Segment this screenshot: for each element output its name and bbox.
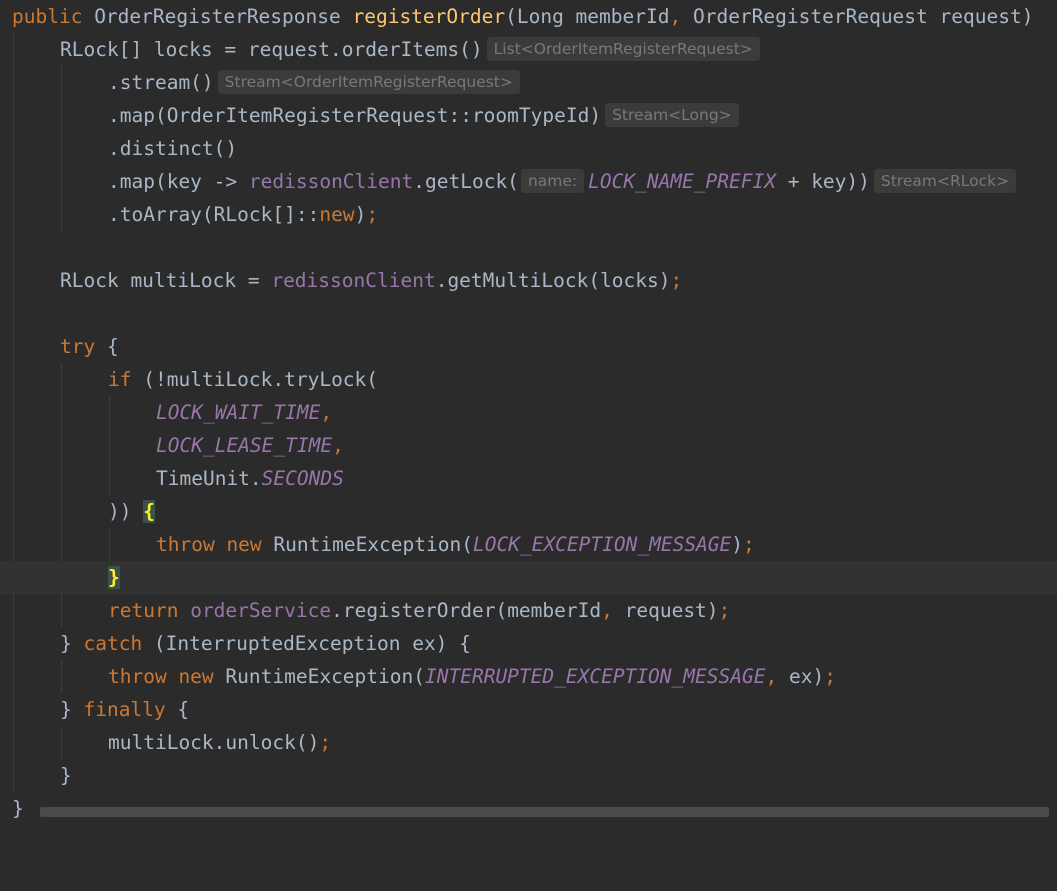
code-keyword: throw new <box>108 665 214 688</box>
code-line[interactable]: public OrderRegisterResponse registerOrd… <box>0 0 1057 33</box>
code-keyword: public <box>12 5 83 28</box>
inlay-type-hint: Stream<Long> <box>605 103 739 127</box>
code-comma: , <box>320 401 333 424</box>
code-text: ) <box>354 203 367 226</box>
code-text: RLock[] locks = request.orderItems() <box>60 38 483 61</box>
code-constant: SECONDS <box>261 467 344 490</box>
code-text: ex) <box>777 665 825 688</box>
code-line[interactable]: } catch (InterruptedException ex) { <box>0 627 1057 660</box>
code-text: .getMultiLock(locks) <box>435 269 671 292</box>
code-semicolon: ; <box>670 269 683 292</box>
code-comma: , <box>669 5 682 28</box>
code-line[interactable]: RLock[] locks = request.orderItems() List… <box>0 33 1057 66</box>
code-line-current[interactable]: } <box>0 561 1057 594</box>
code-semicolon: ; <box>743 533 755 556</box>
code-line[interactable]: return orderService.registerOrder(member… <box>0 594 1057 627</box>
code-text: OrderRegisterRequest request) <box>681 5 1034 28</box>
code-comma: , <box>332 434 344 457</box>
code-field: orderService <box>190 599 332 622</box>
code-text: OrderRegisterResponse <box>82 5 353 28</box>
code-keyword: return <box>108 599 179 622</box>
code-keyword: try <box>60 335 96 358</box>
code-constant: INTERRUPTED_EXCEPTION_MESSAGE <box>425 665 766 688</box>
code-text: request) <box>612 599 719 622</box>
code-semicolon: ; <box>824 665 836 688</box>
code-text: (Long memberId <box>505 5 670 28</box>
code-line[interactable]: .toArray(RLock[]::new); <box>0 198 1057 231</box>
code-line[interactable]: LOCK_LEASE_TIME, <box>0 429 1057 462</box>
code-text: TimeUnit. <box>156 467 262 490</box>
code-constant: LOCK_NAME_PREFIX <box>588 170 776 193</box>
code-text: + key)) <box>775 170 870 193</box>
code-text: { <box>95 335 119 358</box>
code-line[interactable]: if (!multiLock.tryLock( <box>0 363 1057 396</box>
code-text: } <box>12 797 24 820</box>
code-text: .distinct() <box>108 137 238 160</box>
code-text: .map(OrderItemRegisterRequest::roomTypeI… <box>108 104 602 127</box>
code-semicolon: ; <box>718 599 731 622</box>
code-line[interactable]: throw new RuntimeException(LOCK_EXCEPTIO… <box>0 528 1057 561</box>
code-text: } <box>60 764 72 787</box>
code-editor[interactable]: public OrderRegisterResponse registerOrd… <box>0 0 1057 820</box>
code-text: RuntimeException( <box>261 533 473 556</box>
method-name: registerOrder <box>352 5 506 28</box>
code-constant: LOCK_EXCEPTION_MESSAGE <box>473 533 732 556</box>
code-text: .map(key -> <box>108 170 249 193</box>
matched-brace: { <box>143 500 155 523</box>
code-text: (!multiLock.tryLock( <box>131 368 379 391</box>
code-line[interactable]: .map(key -> redissonClient.getLock(name:… <box>0 165 1057 198</box>
code-text: .stream() <box>108 71 214 94</box>
code-line[interactable]: .stream() Stream<OrderItemRegisterRequest… <box>0 66 1057 99</box>
code-text: ) <box>731 533 744 556</box>
code-text: } <box>60 632 84 655</box>
code-line[interactable]: try { <box>0 330 1057 363</box>
code-semicolon: ; <box>319 731 332 754</box>
inlay-type-hint: List<OrderItemRegisterRequest> <box>486 37 760 61</box>
code-line[interactable]: LOCK_WAIT_TIME, <box>0 396 1057 429</box>
code-constant: LOCK_LEASE_TIME <box>156 434 333 457</box>
code-text: )) <box>108 500 144 523</box>
code-text: multiLock.unlock() <box>108 731 320 754</box>
code-field: redissonClient <box>248 170 414 193</box>
code-line[interactable]: .distinct() <box>0 132 1057 165</box>
code-keyword: finally <box>83 698 166 721</box>
code-line[interactable]: )) { <box>0 495 1057 528</box>
code-line[interactable]: } finally { <box>0 693 1057 726</box>
code-comma: , <box>601 599 613 622</box>
code-text: .getLock( <box>413 170 519 193</box>
code-text: } <box>60 698 84 721</box>
code-text: RuntimeException( <box>213 665 425 688</box>
code-line[interactable]: RLock multiLock = redissonClient.getMult… <box>0 264 1057 297</box>
code-text: .toArray(RLock[]:: <box>108 203 320 226</box>
code-line[interactable]: .map(OrderItemRegisterRequest::roomTypeI… <box>0 99 1057 132</box>
code-keyword: new <box>319 203 355 226</box>
inlay-parameter-hint: name: <box>520 169 585 193</box>
horizontal-scrollbar[interactable] <box>40 807 1049 817</box>
inlay-type-hint: Stream<OrderItemRegisterRequest> <box>217 70 520 94</box>
code-text: { <box>165 698 190 721</box>
code-line[interactable]: throw new RuntimeException(INTERRUPTED_E… <box>0 660 1057 693</box>
code-keyword: if <box>108 368 132 391</box>
code-field: redissonClient <box>271 269 436 292</box>
code-line[interactable]: } <box>0 759 1057 792</box>
code-keyword: catch <box>83 632 143 655</box>
matched-brace: } <box>108 566 120 589</box>
code-text: (InterruptedException ex) { <box>142 632 471 655</box>
code-keyword: throw new <box>156 533 262 556</box>
code-comma: , <box>765 665 778 688</box>
code-semicolon: ; <box>366 203 379 226</box>
code-text: .registerOrder(memberId <box>331 599 602 622</box>
code-constant: LOCK_WAIT_TIME <box>156 401 321 424</box>
code-line[interactable]: TimeUnit.SECONDS <box>0 462 1057 495</box>
inlay-type-hint: Stream<RLock> <box>873 169 1017 193</box>
code-text: RLock multiLock = <box>60 269 272 292</box>
code-line[interactable]: multiLock.unlock(); <box>0 726 1057 759</box>
